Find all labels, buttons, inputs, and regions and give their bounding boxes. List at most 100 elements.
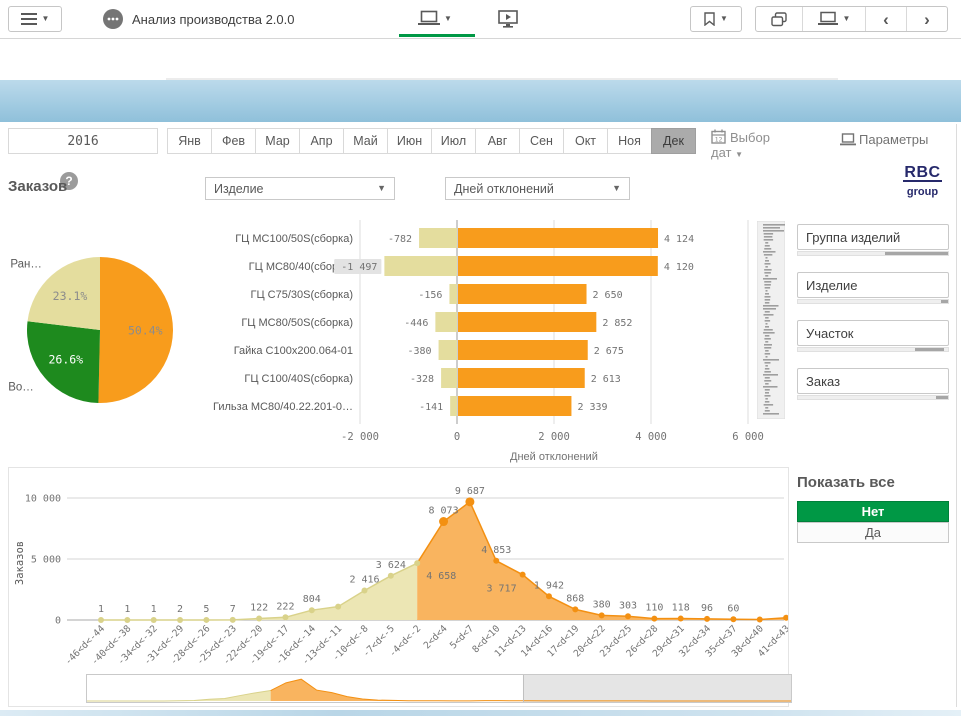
parameters-button[interactable]: Параметры [840,132,928,147]
sheet-nav-group: ▼ ‹ › [755,6,948,32]
area-data-point [730,616,736,622]
page-scrollbar[interactable] [956,124,957,707]
area-data-point [546,593,552,599]
rbc-group-logo: RBC group [894,161,951,201]
svg-text:0: 0 [55,616,61,627]
dimension-select[interactable]: Изделие ▼ [205,177,395,200]
month-Мар[interactable]: Мар [255,128,300,154]
area-data-point [520,572,526,578]
year-filter[interactable]: 2016 [8,128,158,154]
svg-text:5 000: 5 000 [31,555,61,566]
svg-text:Во…: Во… [8,381,34,393]
svg-text:1: 1 [124,604,130,615]
next-sheet-button[interactable]: › [906,7,947,31]
bar-negative [419,228,457,248]
year-value: 2016 [67,134,98,149]
orders-area-chart[interactable]: 05 00010 000Заказов1-46<d<-441-40<d<-381… [9,468,788,706]
svg-text:9 687: 9 687 [455,486,485,497]
duplicate-sheet-button[interactable] [756,7,802,31]
svg-text:122: 122 [250,603,268,614]
month-Ноя[interactable]: Ноя [607,128,652,154]
month-Июл[interactable]: Июл [431,128,476,154]
orders-pie-chart[interactable]: 50.4%26.6%Во…23.1%Ран… [8,210,198,422]
bar-category-label: ГЦ МС100/50S(сборка) [235,233,353,245]
svg-text:2 675: 2 675 [594,346,624,357]
svg-text:110: 110 [645,603,663,614]
deviation-bar-chart[interactable]: -2 00002 0004 0006 000ГЦ МС100/50S(сборк… [198,216,790,466]
svg-text:8 073: 8 073 [428,506,458,517]
date-picker-button[interactable]: 12 Выбор дат ▼ [711,129,773,160]
range-slider[interactable] [86,674,792,703]
bar-x-axis-title: Дней отклонений [510,451,598,463]
svg-text:96: 96 [701,603,713,614]
month-Янв[interactable]: Янв [167,128,212,154]
filter-box-scrollbar[interactable] [797,395,949,400]
svg-text:-446: -446 [404,318,428,329]
chevron-down-icon: ▼ [42,15,50,23]
svg-text:-380: -380 [407,346,431,357]
show-all-title: Показать все [797,474,895,491]
measure-select[interactable]: Дней отклонений ▼ [445,177,630,200]
bar-negative [384,256,457,276]
show-all-option-Нет[interactable]: Нет [797,501,949,522]
filter-box-Участок[interactable]: Участок [797,320,949,352]
chevron-down-icon: ▼ [377,184,386,193]
month-Июн[interactable]: Июн [387,128,432,154]
bar-category-label: Гильза МС80/40.22.201-0… [213,401,353,413]
sheet-header: ? ОТКЛОНЕНИЕ СРОКОВ ВЫПОЛНЕНИЯ RBC group [0,80,961,122]
filter-box-scrollbar[interactable] [797,347,949,352]
svg-text:0: 0 [454,431,460,443]
svg-text:3 717: 3 717 [486,584,516,595]
area-data-point [230,617,236,623]
app-logo-icon[interactable] [103,9,123,29]
bar-positive [458,228,658,248]
month-Авг[interactable]: Авг [475,128,520,154]
area-data-point [177,617,183,623]
svg-text:118: 118 [672,603,690,614]
global-menu-button[interactable]: ▼ [8,6,62,32]
app-title: Анализ производства 2.0.0 [132,12,294,27]
area-data-point [678,616,684,622]
area-data-point [335,604,341,610]
presentation-icon [498,10,518,28]
area-data-point [651,616,657,622]
show-all-option-Да[interactable]: Да [797,522,949,543]
prev-sheet-button[interactable]: ‹ [865,7,906,31]
calendar-icon: 12 [711,129,726,144]
filter-box-Заказ[interactable]: Заказ [797,368,949,400]
month-Фев[interactable]: Фев [211,128,256,154]
area-data-point [124,617,130,623]
month-Окт[interactable]: Окт [563,128,608,154]
chevron-left-icon: ‹ [883,11,889,28]
filter-box-Изделие[interactable]: Изделие [797,272,949,304]
filter-box-label: Группа изделий [797,224,949,250]
area-x-tick-label: 2<d<4 [422,623,450,651]
svg-text:2 339: 2 339 [577,402,607,413]
area-data-point [98,617,104,623]
bar-negative [450,396,457,416]
bookmarks-button[interactable]: ▼ [690,6,742,32]
filter-box-Группа изделий[interactable]: Группа изделий [797,224,949,256]
svg-text:-782: -782 [388,234,412,245]
month-Апр[interactable]: Апр [299,128,344,154]
month-Май[interactable]: Май [343,128,388,154]
svg-text:26.6%: 26.6% [48,353,83,367]
filter-box-scrollbar[interactable] [797,299,949,304]
area-data-point [282,614,288,620]
sheet-view-button[interactable]: ▼ [418,10,452,27]
sheet-selector-button[interactable]: ▼ [802,7,865,31]
svg-text:-2 000: -2 000 [341,431,379,443]
bar-positive [458,256,658,276]
chevron-down-icon: ▼ [735,150,743,159]
svg-text:2: 2 [177,604,183,615]
bar-chart-scroll-minimap[interactable] [757,221,785,419]
area-y-axis-title: Заказов [14,541,26,585]
month-Дек[interactable]: Дек [651,128,696,154]
svg-text:1 942: 1 942 [534,580,564,591]
month-Сен[interactable]: Сен [519,128,564,154]
chevron-right-icon: › [924,11,930,28]
svg-text:1: 1 [151,604,157,615]
presentation-mode-button[interactable] [498,10,518,28]
svg-text:6 000: 6 000 [732,431,764,443]
filter-box-scrollbar[interactable] [797,251,949,256]
